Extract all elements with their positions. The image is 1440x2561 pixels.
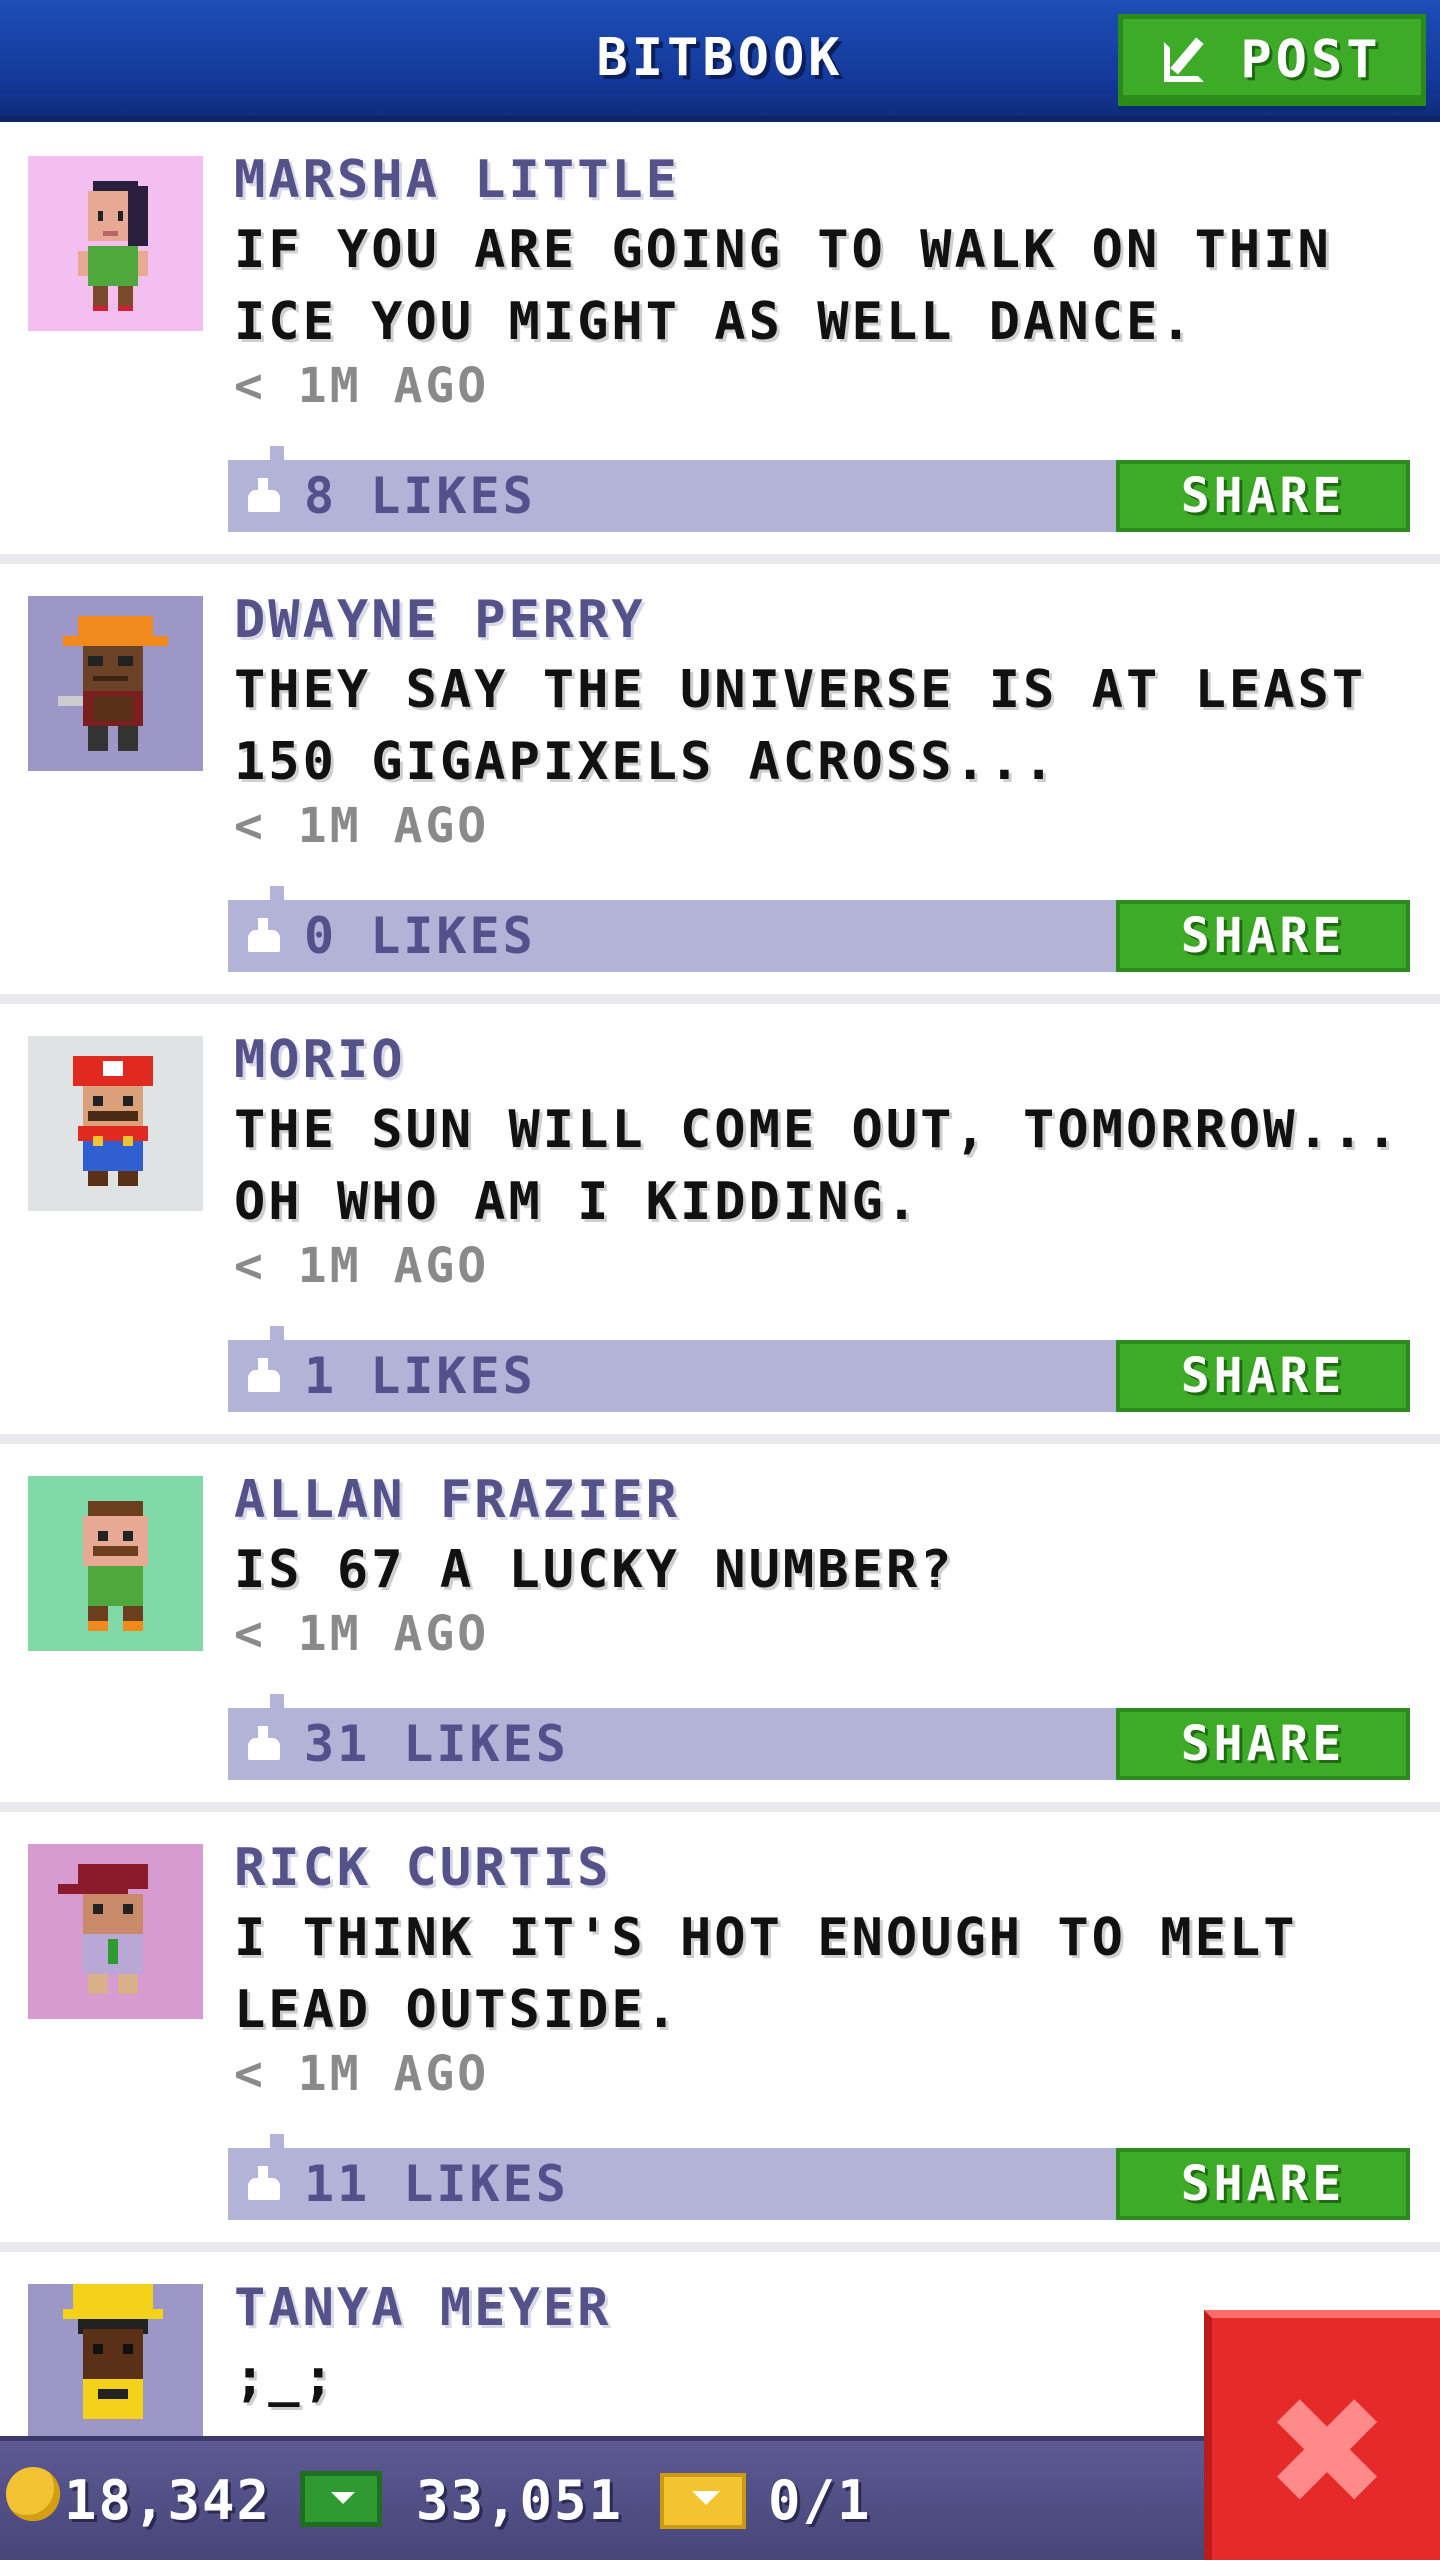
like-icon: [244, 2164, 284, 2204]
likes-count: 11 LIKES: [304, 2155, 569, 2213]
likes-count: 31 LIKES: [304, 1715, 569, 1773]
bux-icon: [300, 2471, 382, 2527]
feed-post: MARSHA LITTLE IF YOU ARE GOING TO WALK O…: [0, 122, 1440, 556]
close-button[interactable]: ✖: [1204, 2310, 1440, 2560]
tickets-count: 0/1: [768, 2469, 872, 2532]
post-author[interactable]: DWAYNE PERRY: [234, 590, 646, 650]
post-author[interactable]: MARSHA LITTLE: [234, 150, 680, 210]
share-button[interactable]: SHARE: [1116, 1340, 1410, 1412]
like-bar[interactable]: 11 LIKES SHARE: [228, 2134, 1410, 2220]
share-button[interactable]: SHARE: [1116, 2148, 1410, 2220]
likes-count: 8 LIKES: [304, 467, 536, 525]
avatar[interactable]: [28, 1844, 203, 2019]
like-bar[interactable]: 0 LIKES SHARE: [228, 886, 1410, 972]
divider: [0, 994, 1440, 1004]
share-button[interactable]: SHARE: [1116, 900, 1410, 972]
post-time: < 1M AGO: [234, 2046, 490, 2102]
like-icon: [244, 916, 284, 956]
post-time: < 1M AGO: [234, 1238, 490, 1294]
close-icon: ✖: [1264, 2366, 1390, 2540]
coin-icon: [6, 2467, 60, 2521]
likes-count: 0 LIKES: [304, 907, 536, 965]
compose-icon: [1162, 32, 1218, 88]
avatar[interactable]: [28, 1476, 203, 1651]
coins-count: 18,342: [64, 2469, 272, 2532]
likes-count: 1 LIKES: [304, 1347, 536, 1405]
avatar[interactable]: [28, 596, 203, 771]
post-button-label: POST: [1240, 30, 1382, 90]
post-message: I THINK IT'S HOT ENOUGH TO MELT LEAD OUT…: [234, 1908, 1298, 2040]
share-button[interactable]: SHARE: [1116, 460, 1410, 532]
post-author[interactable]: ALLAN FRAZIER: [234, 1470, 680, 1530]
avatar[interactable]: [28, 156, 203, 331]
feed-post: DWAYNE PERRY THEY SAY THE UNIVERSE IS AT…: [0, 564, 1440, 994]
divider: [0, 554, 1440, 564]
post-message: IS 67 A LUCKY NUMBER?: [234, 1540, 955, 1600]
feed-post: RICK CURTIS I THINK IT'S HOT ENOUGH TO M…: [0, 1812, 1440, 2242]
post-author[interactable]: TANYA MEYER: [234, 2278, 611, 2338]
post-author[interactable]: RICK CURTIS: [234, 1838, 611, 1898]
app-header: BITBOOK POST: [0, 0, 1440, 122]
post-time: < 1M AGO: [234, 798, 490, 854]
like-icon: [244, 1356, 284, 1396]
post-message: THEY SAY THE UNIVERSE IS AT LEAST 150 GI…: [234, 660, 1367, 792]
feed-post: ALLAN FRAZIER IS 67 A LUCKY NUMBER? < 1M…: [0, 1444, 1440, 1802]
divider: [0, 1802, 1440, 1812]
feed-post: MORIO THE SUN WILL COME OUT, TOMORROW...…: [0, 1004, 1440, 1434]
divider: [0, 1434, 1440, 1444]
like-bar[interactable]: 8 LIKES SHARE: [228, 446, 1410, 532]
like-icon: [244, 1724, 284, 1764]
bux-count: 33,051: [416, 2469, 624, 2532]
post-time: < 1M AGO: [234, 1606, 490, 1662]
post-button[interactable]: POST: [1118, 14, 1426, 106]
like-icon: [244, 476, 284, 516]
avatar[interactable]: [28, 1036, 203, 1211]
post-message: THE SUN WILL COME OUT, TOMORROW... OH WH…: [234, 1100, 1401, 1232]
post-message: IF YOU ARE GOING TO WALK ON THIN ICE YOU…: [234, 220, 1332, 352]
post-author[interactable]: MORIO: [234, 1030, 406, 1090]
like-bar[interactable]: 31 LIKES SHARE: [228, 1694, 1410, 1780]
divider: [0, 2242, 1440, 2252]
share-button[interactable]: SHARE: [1116, 1708, 1410, 1780]
ticket-icon: [660, 2473, 746, 2529]
avatar[interactable]: [28, 2284, 203, 2436]
post-time: < 1M AGO: [234, 358, 490, 414]
like-bar[interactable]: 1 LIKES SHARE: [228, 1326, 1410, 1412]
